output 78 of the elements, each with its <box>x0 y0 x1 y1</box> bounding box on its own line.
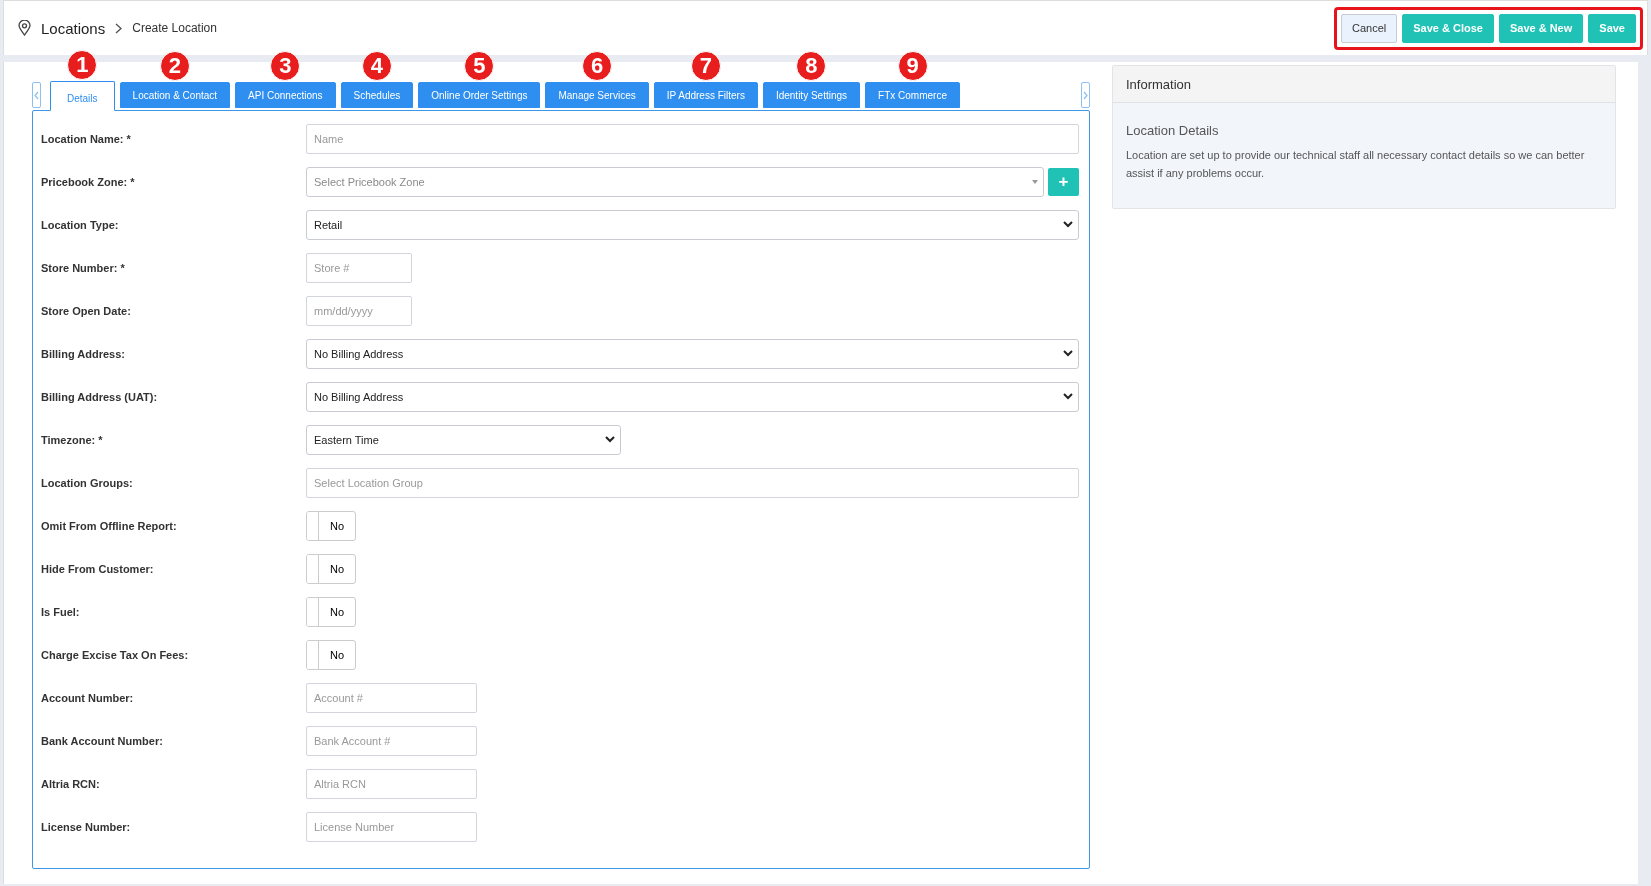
callout-number-badge: 6 <box>582 51 613 81</box>
dropdown-field[interactable]: Select Pricebook Zone <box>306 166 1044 197</box>
tab[interactable]: Identity Settings <box>762 82 861 108</box>
tab[interactable]: API Connections <box>235 82 336 108</box>
select-value: Eastern Time <box>314 433 379 446</box>
text-field[interactable]: License Number <box>306 811 477 842</box>
select-value: No Billing Address <box>314 390 404 403</box>
tab[interactable]: Details <box>50 81 115 111</box>
field-label: Store Open Date: <box>41 304 132 317</box>
tab[interactable]: Location & Contact <box>119 82 231 108</box>
toggle-switch[interactable]: No <box>306 639 356 670</box>
text-field[interactable]: Select Location Group <box>306 467 1079 498</box>
add-button[interactable]: + <box>1048 167 1079 196</box>
callout-number-badge: 3 <box>270 51 301 81</box>
callout-number-badge: 4 <box>361 51 392 81</box>
field-label: Is Fuel: <box>41 605 81 618</box>
field-label: Altria RCN: <box>41 777 101 790</box>
save-button[interactable]: Save & New <box>1498 13 1584 43</box>
field-label: Location Name: * <box>41 132 132 145</box>
tab[interactable]: FTx Commerce <box>865 82 960 108</box>
chevron-down-icon <box>1063 350 1073 357</box>
panel-header: Information <box>1113 66 1615 103</box>
callout-number-badge: 9 <box>897 51 928 81</box>
text-field[interactable]: Bank Account # <box>306 725 477 756</box>
toggle-switch[interactable]: No <box>306 596 356 627</box>
field-label: Account Number: <box>41 691 135 704</box>
text-field[interactable]: Name <box>306 123 1079 154</box>
chevron-right-icon <box>115 22 123 34</box>
field-label: Omit From Offline Report: <box>41 519 178 532</box>
select-field[interactable]: Retail <box>306 209 1079 240</box>
callout-number-badge: 1 <box>67 50 98 80</box>
chevron-left-icon <box>34 90 39 100</box>
field-label: Billing Address (UAT): <box>41 390 159 403</box>
text-field[interactable]: Altria RCN <box>306 768 477 799</box>
text-field[interactable]: Account # <box>306 682 477 713</box>
select-value: Retail <box>314 218 343 231</box>
field-label: Timezone: * <box>41 433 104 446</box>
chevron-right-icon <box>1083 90 1088 100</box>
scroll-left-button[interactable] <box>32 82 41 108</box>
page-title: Create Location <box>132 21 217 35</box>
callout-number-badge: 8 <box>796 51 827 81</box>
toggle-switch[interactable]: No <box>306 553 356 584</box>
chevron-down-icon <box>605 436 615 443</box>
field-label: Billing Address: <box>41 347 126 360</box>
scroll-right-button[interactable] <box>1081 82 1090 108</box>
select-value: No Billing Address <box>314 347 404 360</box>
select-field[interactable]: No Billing Address <box>306 338 1079 369</box>
callout-number-badge: 5 <box>464 51 495 81</box>
select-field[interactable]: Eastern Time <box>306 424 621 455</box>
field-label: Hide From Customer: <box>41 562 155 575</box>
field-label: Location Groups: <box>41 476 134 489</box>
cancel-button[interactable]: Cancel <box>1340 13 1398 43</box>
info-heading: Location Details <box>1126 123 1220 138</box>
text-field[interactable]: mm/dd/yyyy <box>306 295 412 326</box>
tab[interactable]: Manage Services <box>545 82 649 108</box>
tab[interactable]: Schedules <box>340 82 414 108</box>
info-text: Location are set up to provide our technical staff all necessary contact details so we can better assist if any problems occur. <box>1126 148 1586 181</box>
breadcrumb-link[interactable]: Locations <box>41 19 106 37</box>
callout-number-badge: 2 <box>159 51 190 81</box>
text-field[interactable]: Store # <box>306 252 412 283</box>
field-label: Charge Excise Tax On Fees: <box>41 648 190 661</box>
dropdown-placeholder: Select Pricebook Zone <box>314 175 425 188</box>
field-label: Store Number: * <box>41 261 126 274</box>
select-field[interactable]: No Billing Address <box>306 381 1079 412</box>
field-label: Pricebook Zone: * <box>41 175 136 188</box>
field-label: License Number: <box>41 820 132 833</box>
chevron-down-icon <box>1063 393 1073 400</box>
field-label: Location Type: <box>41 218 120 231</box>
field-label: Bank Account Number: <box>41 734 164 747</box>
tab[interactable]: IP Address Filters <box>653 82 758 108</box>
chevron-down-icon <box>1063 221 1073 228</box>
tab[interactable]: Online Order Settings <box>418 82 541 108</box>
callout-number-badge: 7 <box>690 51 721 81</box>
caret-down-icon <box>1032 179 1038 184</box>
save-button[interactable]: Save & Close <box>1402 13 1494 43</box>
save-button[interactable]: Save <box>1588 13 1636 43</box>
location-pin-icon <box>18 20 31 36</box>
toggle-switch[interactable]: No <box>306 510 356 541</box>
